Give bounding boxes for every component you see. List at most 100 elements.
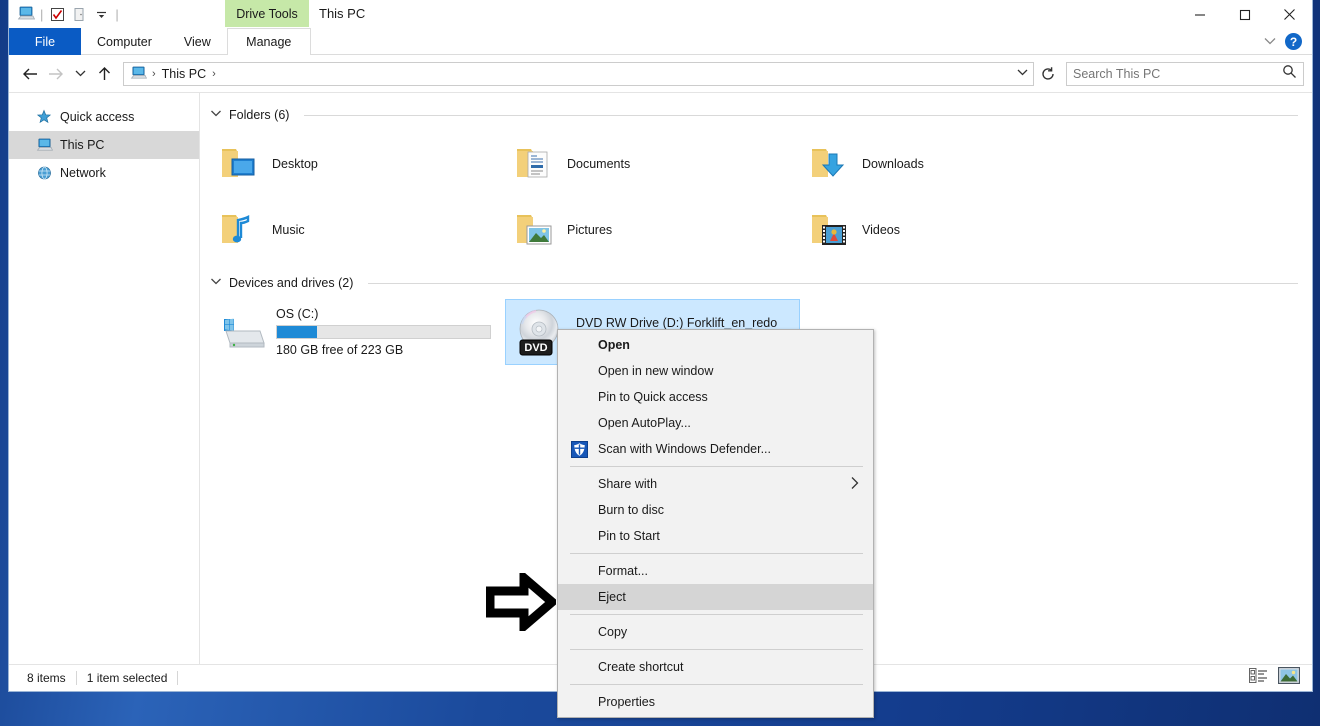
maximize-icon[interactable] bbox=[1222, 0, 1267, 29]
folder-item-pictures[interactable]: Pictures bbox=[505, 197, 800, 263]
this-pc-icon bbox=[35, 136, 53, 154]
qat-divider-2: | bbox=[115, 6, 119, 22]
contextual-tab-label: Drive Tools bbox=[236, 6, 298, 21]
right-arrow-annotation bbox=[485, 568, 559, 636]
folder-item-label: Desktop bbox=[272, 157, 318, 171]
drive-name: OS (C:) bbox=[276, 307, 319, 321]
search-input[interactable] bbox=[1073, 66, 1282, 81]
folder-item-label: Videos bbox=[862, 223, 900, 237]
tab-view-label: View bbox=[183, 34, 211, 49]
back-arrow-icon[interactable] bbox=[17, 61, 43, 87]
menu-item-open[interactable]: Open bbox=[558, 332, 873, 358]
customize-dropdown-icon[interactable] bbox=[90, 3, 112, 25]
folder-item-label: Music bbox=[272, 223, 305, 237]
svg-text:DVD: DVD bbox=[524, 342, 547, 354]
tab-computer-label: Computer bbox=[97, 34, 152, 49]
breadcrumb-separator-0[interactable]: › bbox=[149, 68, 159, 80]
menu-item-create-shortcut[interactable]: Create shortcut bbox=[558, 654, 873, 680]
this-pc-icon[interactable] bbox=[15, 3, 37, 25]
menu-item-properties[interactable]: Properties bbox=[558, 689, 873, 715]
properties-checkbox-icon[interactable] bbox=[46, 3, 68, 25]
menu-item-open-in-new-window[interactable]: Open in new window bbox=[558, 358, 873, 384]
sidebar-item-label: Network bbox=[60, 166, 106, 180]
menu-item-label: Properties bbox=[598, 695, 655, 709]
menu-item-copy[interactable]: Copy bbox=[558, 619, 873, 645]
menu-item-format[interactable]: Format... bbox=[558, 558, 873, 584]
view-mode-buttons bbox=[1249, 666, 1301, 689]
chevron-down-icon[interactable] bbox=[210, 277, 222, 289]
breadcrumb-item-this-pc[interactable]: This PC bbox=[159, 67, 209, 81]
tab-view[interactable]: View bbox=[168, 28, 227, 55]
breadcrumb-separator-1[interactable]: › bbox=[209, 68, 219, 80]
menu-separator bbox=[570, 553, 863, 554]
new-folder-icon[interactable] bbox=[68, 3, 90, 25]
menu-item-pin-to-quick-access[interactable]: Pin to Quick access bbox=[558, 384, 873, 410]
ribbon-right-controls: ? bbox=[1263, 28, 1308, 55]
search-icon[interactable] bbox=[1282, 64, 1297, 84]
up-arrow-icon[interactable] bbox=[91, 61, 117, 87]
hard-drive-icon bbox=[218, 309, 268, 356]
tab-manage-label: Manage bbox=[246, 35, 292, 49]
large-icons-view-icon[interactable] bbox=[1277, 666, 1301, 689]
tab-file[interactable]: File bbox=[9, 28, 81, 55]
folder-item-documents[interactable]: Documents bbox=[505, 131, 800, 197]
recent-locations-chevron-down-icon[interactable] bbox=[69, 61, 91, 87]
address-input[interactable]: › This PC › bbox=[123, 61, 1034, 86]
folder-videos-icon bbox=[808, 211, 852, 249]
drive-info: OS (C:) 180 GB free of 223 GB bbox=[276, 307, 491, 357]
sidebar-item-quick-access[interactable]: Quick access bbox=[9, 103, 199, 131]
menu-item-burn-to-disc[interactable]: Burn to disc bbox=[558, 497, 873, 523]
window-controls bbox=[1177, 0, 1312, 29]
folders-grid: Desktop Documents Downloads Music Pictur… bbox=[210, 131, 1312, 263]
navigation-pane: Quick access This PC Network bbox=[9, 93, 200, 664]
folder-music-icon bbox=[218, 211, 262, 249]
tab-manage[interactable]: Manage bbox=[226, 28, 311, 55]
drive-name: DVD RW Drive (D:) Forklift_en_redo bbox=[576, 316, 778, 330]
chevron-down-icon[interactable] bbox=[1263, 33, 1277, 51]
sidebar-item-network[interactable]: Network bbox=[9, 159, 199, 187]
menu-separator bbox=[570, 466, 863, 467]
drive-usage-bar bbox=[276, 325, 491, 339]
group-header-rule bbox=[368, 282, 1298, 284]
address-dropdown-chevron-down-icon[interactable] bbox=[1016, 68, 1029, 80]
chevron-right-icon bbox=[850, 476, 859, 493]
menu-separator bbox=[570, 614, 863, 615]
details-view-icon[interactable] bbox=[1249, 668, 1268, 688]
menu-item-pin-to-start[interactable]: Pin to Start bbox=[558, 523, 873, 549]
group-header-devices-and-drives[interactable]: Devices and drives (2) bbox=[210, 273, 1312, 293]
drive-capacity: 180 GB free of 223 GB bbox=[276, 343, 404, 357]
refresh-icon[interactable] bbox=[1034, 62, 1062, 86]
folder-item-downloads[interactable]: Downloads bbox=[800, 131, 1095, 197]
menu-item-scan-with-windows-defender[interactable]: Scan with Windows Defender... bbox=[558, 436, 873, 462]
menu-item-label: Share with bbox=[598, 477, 658, 491]
sidebar-item-this-pc[interactable]: This PC bbox=[9, 131, 199, 159]
folder-item-videos[interactable]: Videos bbox=[800, 197, 1095, 263]
folder-documents-icon bbox=[513, 145, 557, 183]
folder-item-music[interactable]: Music bbox=[210, 197, 505, 263]
sidebar-item-label: This PC bbox=[60, 138, 105, 152]
close-icon[interactable] bbox=[1267, 0, 1312, 29]
menu-item-share-with[interactable]: Share with bbox=[558, 471, 873, 497]
tab-computer[interactable]: Computer bbox=[81, 28, 168, 55]
search-box[interactable] bbox=[1066, 61, 1304, 86]
menu-item-open-autoplay[interactable]: Open AutoPlay... bbox=[558, 410, 873, 436]
forward-arrow-icon[interactable] bbox=[43, 61, 69, 87]
sidebar-item-label: Quick access bbox=[60, 110, 135, 124]
folder-item-label: Downloads bbox=[862, 157, 924, 171]
menu-item-eject[interactable]: Eject bbox=[558, 584, 873, 610]
menu-item-label: Open AutoPlay... bbox=[598, 416, 691, 430]
minimize-icon[interactable] bbox=[1177, 0, 1222, 29]
group-header-label: Devices and drives (2) bbox=[229, 276, 354, 290]
folder-item-desktop[interactable]: Desktop bbox=[210, 131, 505, 197]
drive-item-os-c[interactable]: OS (C:) 180 GB free of 223 GB bbox=[210, 299, 505, 365]
contextual-tab-drive-tools[interactable]: Drive Tools bbox=[225, 0, 309, 27]
context-menu: Open Open in new window Pin to Quick acc… bbox=[557, 329, 874, 718]
menu-item-label: Copy bbox=[598, 625, 628, 639]
status-selection-info: 1 item selected bbox=[86, 671, 168, 685]
help-icon[interactable]: ? bbox=[1285, 33, 1302, 50]
folder-item-label: Pictures bbox=[567, 223, 613, 237]
chevron-down-icon[interactable] bbox=[210, 109, 222, 121]
menu-item-label: Pin to Start bbox=[598, 529, 660, 543]
group-header-folders[interactable]: Folders (6) bbox=[210, 105, 1312, 125]
quick-access-toolbar: | | bbox=[9, 0, 122, 28]
